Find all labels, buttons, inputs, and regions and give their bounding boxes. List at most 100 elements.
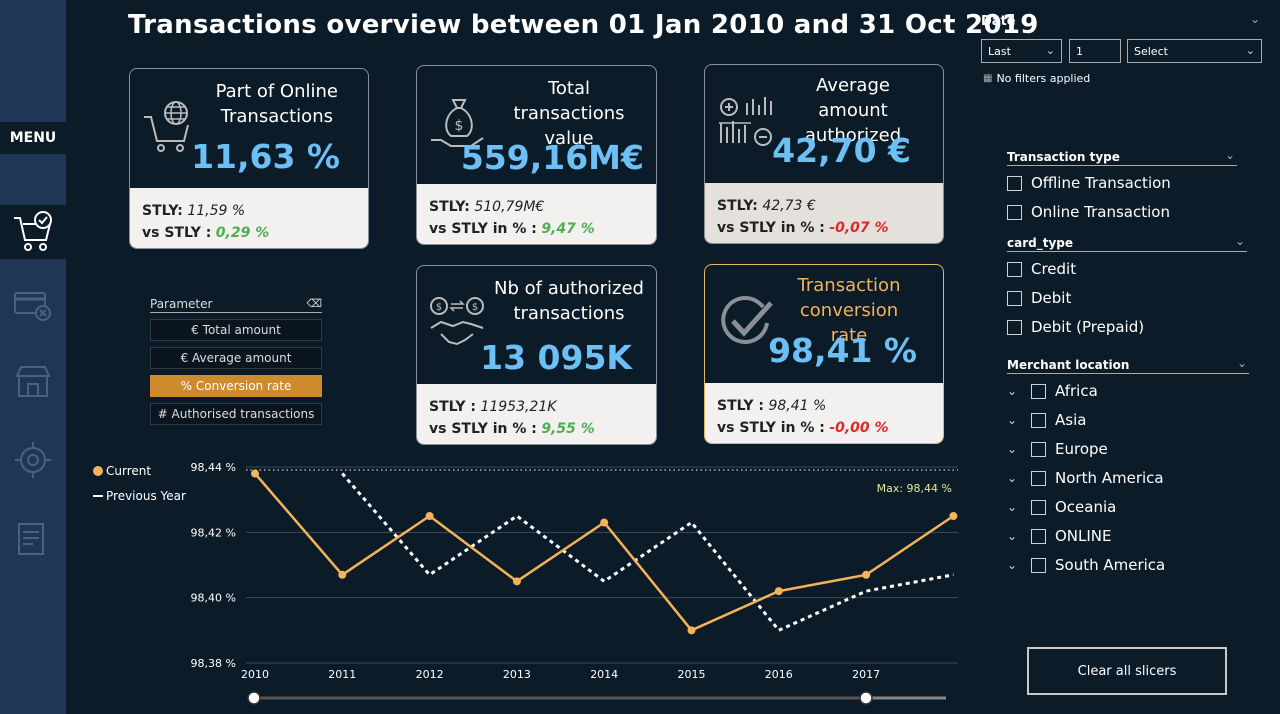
kpi-value: 11,63 % xyxy=(191,137,340,176)
date-unit-dropdown[interactable]: Select ⌄ xyxy=(1127,39,1262,63)
parameter-label: Parameter xyxy=(150,297,213,311)
svg-text:$: $ xyxy=(472,302,478,313)
kpi-card-total: $ Total transactions value 559,16M€ STLY… xyxy=(416,65,657,245)
merchant-location-slicer-header: Merchant location ⌄ xyxy=(1007,356,1249,374)
y-tick-label: 98,38 % xyxy=(191,657,236,670)
shop-icon[interactable] xyxy=(13,362,53,402)
date-filter-status-text: No filters applied xyxy=(996,72,1091,85)
stly-value: 98,41 % xyxy=(768,398,827,414)
checkbox[interactable] xyxy=(1031,557,1046,573)
checkbox[interactable] xyxy=(1031,412,1046,428)
page-title: Transactions overview between 01 Jan 201… xyxy=(128,10,1039,40)
chevron-down-icon[interactable]: ⌄ xyxy=(1235,234,1245,248)
slider-handle-start[interactable] xyxy=(247,691,261,705)
chevron-down-icon[interactable]: ⌄ xyxy=(1237,356,1247,370)
card-cancel-icon[interactable] xyxy=(13,285,53,325)
kpi-card-conversion: Transaction conversion rate 98,41 % STLY… xyxy=(704,264,944,444)
parameter-option-authorised-transactions[interactable]: # Authorised transactions xyxy=(150,403,322,425)
data-point[interactable] xyxy=(862,570,871,579)
date-filter-label: Date xyxy=(981,14,1016,29)
checkbox[interactable] xyxy=(1031,470,1046,486)
expand-chevron-icon[interactable]: ⌄ xyxy=(1007,558,1031,572)
nav-item-transactions[interactable] xyxy=(0,205,66,259)
chevron-down-icon[interactable]: ⌄ xyxy=(1250,12,1260,26)
slicer-item-europe[interactable]: ⌄ Europe xyxy=(1007,440,1108,458)
chevron-down-icon: ⌄ xyxy=(1245,44,1255,57)
x-tick-label: 2014 xyxy=(590,668,618,681)
x-tick-label: 2013 xyxy=(503,668,531,681)
expand-chevron-icon[interactable]: ⌄ xyxy=(1007,413,1031,427)
eraser-icon[interactable]: ⌫ xyxy=(306,297,322,311)
date-count-input[interactable]: 1 xyxy=(1069,39,1121,63)
parameter-option-average-amount[interactable]: € Average amount xyxy=(150,347,322,369)
legend-current-label[interactable]: Current xyxy=(106,464,151,478)
slicer-item-africa[interactable]: ⌄ Africa xyxy=(1007,382,1098,400)
stly-label: STLY: xyxy=(142,203,183,219)
expand-chevron-icon[interactable]: ⌄ xyxy=(1007,500,1031,514)
data-point[interactable] xyxy=(774,587,783,596)
slicer-item-debit-prepaid[interactable]: Debit (Prepaid) xyxy=(1007,318,1144,336)
date-relative-dropdown[interactable]: Last ⌄ xyxy=(981,39,1062,63)
stly-label: STLY : xyxy=(717,398,764,414)
data-point[interactable] xyxy=(251,469,259,478)
parameter-option-total-amount[interactable]: € Total amount xyxy=(150,319,322,341)
slicer-item-asia[interactable]: ⌄ Asia xyxy=(1007,411,1086,429)
kpi-comparison: STLY : 11953,21K vs STLY in % : 9,55 % xyxy=(417,384,656,444)
slicer-item-south-america[interactable]: ⌄ South America xyxy=(1007,556,1165,574)
kpi-comparison: STLY: 510,79M€ vs STLY in % : 9,47 % xyxy=(417,184,656,244)
expand-chevron-icon[interactable]: ⌄ xyxy=(1007,529,1031,543)
checkbox[interactable] xyxy=(1007,290,1022,306)
slicer-item-label: South America xyxy=(1055,556,1166,574)
date-range-slider[interactable] xyxy=(247,691,946,705)
report-icon[interactable] xyxy=(13,520,53,560)
y-tick-label: 98,42 % xyxy=(191,526,236,539)
checkbox[interactable] xyxy=(1031,441,1046,457)
expand-chevron-icon[interactable]: ⌄ xyxy=(1007,471,1031,485)
slicer-item-north-america[interactable]: ⌄ North America xyxy=(1007,469,1164,487)
slicer-item-online-location[interactable]: ⌄ ONLINE xyxy=(1007,527,1112,545)
kpi-value: 98,41 % xyxy=(768,331,917,370)
clear-all-slicers-button[interactable]: Clear all slicers xyxy=(1027,647,1227,695)
data-point[interactable] xyxy=(687,626,696,635)
checkbox[interactable] xyxy=(1031,528,1046,544)
slider-handle-end[interactable] xyxy=(859,691,873,705)
data-point[interactable] xyxy=(949,512,958,520)
slicer-item-online[interactable]: Online Transaction xyxy=(1007,203,1170,221)
checkbox[interactable] xyxy=(1031,383,1046,399)
kpi-value: 13 095K xyxy=(480,338,632,377)
y-tick-label: 98,40 % xyxy=(191,592,236,605)
data-point[interactable] xyxy=(425,512,434,520)
data-point[interactable] xyxy=(600,518,609,527)
transaction-type-slicer-header: Transaction type ⌄ xyxy=(1007,148,1237,166)
kpi-title: Nb of authorized transactions xyxy=(494,276,644,326)
date-filter-status: ▦ No filters applied xyxy=(983,72,1090,85)
legend-previous-label[interactable]: Previous Year xyxy=(106,489,186,503)
checkbox[interactable] xyxy=(1007,261,1022,277)
kpi-title-line1: Transaction xyxy=(797,275,901,296)
stly-label: STLY: xyxy=(429,199,470,215)
checkbox[interactable] xyxy=(1007,175,1022,191)
global-money-icon[interactable] xyxy=(13,440,53,480)
slicer-item-oceania[interactable]: ⌄ Oceania xyxy=(1007,498,1116,516)
expand-chevron-icon[interactable]: ⌄ xyxy=(1007,384,1031,398)
slicer-item-offline[interactable]: Offline Transaction xyxy=(1007,174,1171,192)
checkbox[interactable] xyxy=(1007,204,1022,220)
menu-button[interactable]: MENU xyxy=(0,122,66,154)
checkbox[interactable] xyxy=(1007,319,1022,335)
max-label: Max: 98,44 % xyxy=(877,482,952,495)
checkbox[interactable] xyxy=(1031,499,1046,515)
slicer-item-debit[interactable]: Debit xyxy=(1007,289,1071,307)
slicer-item-credit[interactable]: Credit xyxy=(1007,260,1076,278)
x-tick-label: 2016 xyxy=(765,668,793,681)
cart-check-icon xyxy=(14,211,52,251)
chevron-down-icon[interactable]: ⌄ xyxy=(1225,148,1235,162)
series-line-previous-year xyxy=(341,472,954,633)
data-point[interactable] xyxy=(338,570,347,579)
stly-label: STLY: xyxy=(717,198,758,214)
y-tick-label: 98,44 % xyxy=(191,461,236,474)
expand-chevron-icon[interactable]: ⌄ xyxy=(1007,442,1031,456)
data-point[interactable] xyxy=(512,577,521,586)
parameter-option-conversion-rate[interactable]: % Conversion rate xyxy=(150,375,322,397)
vs-stly-label: vs STLY in % : xyxy=(429,221,537,237)
slicer-item-label: Oceania xyxy=(1055,498,1117,516)
